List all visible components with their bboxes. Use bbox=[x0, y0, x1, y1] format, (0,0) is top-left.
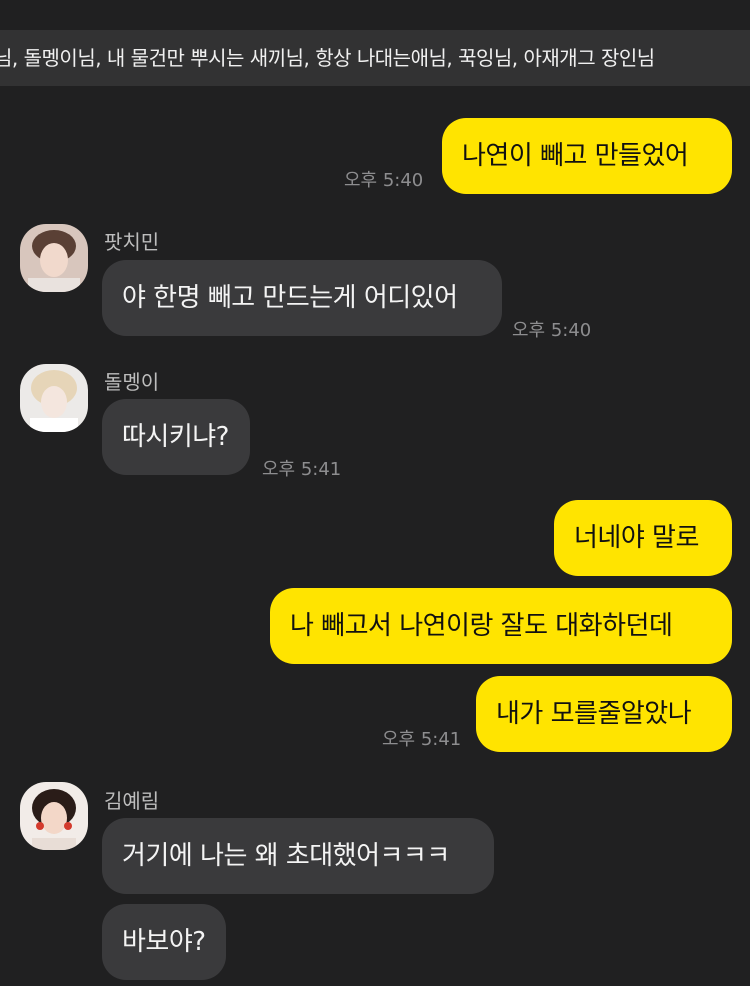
sender-name: 김예림 bbox=[104, 789, 160, 813]
message-time: 오후 5:40 bbox=[512, 320, 592, 341]
profile-photo-icon bbox=[20, 224, 88, 292]
message-time: 오후 5:40 bbox=[344, 170, 424, 191]
message-time: 오후 5:41 bbox=[262, 459, 342, 480]
their-message-bubble[interactable]: 바보야? bbox=[102, 904, 226, 980]
message-time: 오후 5:41 bbox=[382, 729, 462, 750]
sender-name: 팟치민 bbox=[104, 230, 160, 254]
avatar-sender-1[interactable] bbox=[20, 224, 88, 292]
avatar-sender-2[interactable] bbox=[20, 364, 88, 432]
chat-members-banner[interactable]: 님, 돌멩이님, 내 물건만 뿌시는 새끼님, 항상 나대는애님, 꾹잉님, 아… bbox=[0, 30, 750, 86]
profile-photo-icon bbox=[20, 782, 88, 850]
my-message-bubble[interactable]: 너네야 말로 bbox=[554, 500, 732, 576]
their-message-bubble[interactable]: 따시키냐? bbox=[102, 399, 250, 475]
avatar-sender-3[interactable] bbox=[20, 782, 88, 850]
my-message-bubble[interactable]: 내가 모를줄알았나 bbox=[476, 676, 732, 752]
their-message-bubble[interactable]: 야 한명 빼고 만드는게 어디있어 bbox=[102, 260, 502, 336]
top-bar bbox=[0, 0, 750, 30]
sender-name: 돌멩이 bbox=[104, 370, 160, 394]
my-message-bubble[interactable]: 나 빼고서 나연이랑 잘도 대화하던데 bbox=[270, 588, 732, 664]
members-line: 님, 돌멩이님, 내 물건만 뿌시는 새끼님, 항상 나대는애님, 꾹잉님, 아… bbox=[0, 46, 655, 70]
my-message-bubble[interactable]: 나연이 빼고 만들었어 bbox=[442, 118, 732, 194]
their-message-bubble[interactable]: 거기에 나는 왜 초대했어ㅋㅋㅋ bbox=[102, 818, 494, 894]
profile-photo-icon bbox=[20, 364, 88, 432]
